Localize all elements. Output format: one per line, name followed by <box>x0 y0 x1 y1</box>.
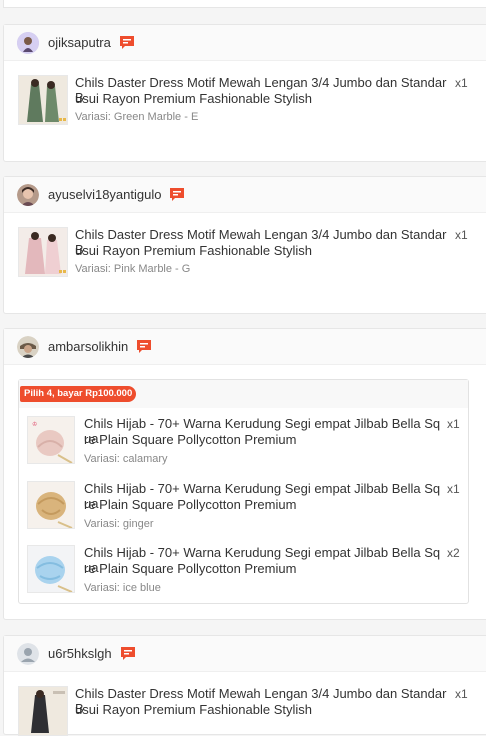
chat-icon[interactable] <box>169 187 185 202</box>
chat-icon[interactable] <box>120 646 136 661</box>
product-thumbnail[interactable] <box>18 686 68 736</box>
bundle-deal-badge: Pilih 4, bayar Rp100.000 <box>20 386 137 402</box>
order-card: u6r5hkslgh Chils Daster Dress Motif Mewa… <box>3 635 486 736</box>
buyer-username[interactable]: ambarsolikhin <box>48 339 128 354</box>
buyer-username[interactable]: ayuselvi18yantigulo <box>48 187 161 202</box>
item-quantity: x1 <box>447 417 460 431</box>
product-thumbnail[interactable]: ♔ <box>27 416 75 464</box>
product-title-line2[interactable]: usui Rayon Premium Fashionable Stylish <box>75 243 455 258</box>
buyer-header: u6r5hkslgh <box>4 636 486 672</box>
product-variation: Variasi: ice blue <box>84 582 161 594</box>
product-variation: Variasi: Green Marble - E <box>75 111 199 123</box>
product-variation: Variasi: Pink Marble - G <box>75 263 191 275</box>
item-quantity: x2 <box>447 546 460 560</box>
buyer-header: ayuselvi18yantigulo <box>4 177 486 213</box>
order-card: ojiksaputra Chils Daster Dress Motif Mew… <box>3 24 486 162</box>
product-thumbnail[interactable] <box>27 481 75 529</box>
product-variation: Variasi: calamary <box>84 453 168 465</box>
product-title-line2[interactable]: re Plain Square Pollycotton Premium <box>84 561 444 576</box>
previous-order-card <box>3 0 486 8</box>
product-thumbnail[interactable] <box>18 227 68 277</box>
buyer-avatar[interactable] <box>17 335 39 358</box>
product-thumbnail[interactable] <box>18 75 68 125</box>
product-title-line2[interactable]: usui Rayon Premium Fashionable Stylish <box>75 702 455 717</box>
svg-text:♔: ♔ <box>32 421 37 428</box>
buyer-avatar[interactable] <box>17 31 39 54</box>
bundle-header: Pilih 4, bayar Rp100.000 <box>19 380 468 408</box>
order-card: ayuselvi18yantigulo Chils Daster Dress M… <box>3 176 486 314</box>
buyer-header: ambarsolikhin <box>4 329 486 365</box>
item-quantity: x1 <box>455 687 468 701</box>
product-variation: Variasi: ginger <box>84 518 154 530</box>
buyer-header: ojiksaputra <box>4 25 486 61</box>
chat-icon[interactable] <box>136 339 152 354</box>
buyer-avatar[interactable] <box>17 183 39 206</box>
buyer-avatar[interactable] <box>17 642 39 665</box>
chat-icon[interactable] <box>119 35 135 50</box>
bundle-deal-group: Pilih 4, bayar Rp100.000 ♔ Chils Hijab -… <box>18 379 469 604</box>
item-quantity: x1 <box>447 482 460 496</box>
product-title-line2[interactable]: re Plain Square Pollycotton Premium <box>84 432 444 447</box>
buyer-username[interactable]: ojiksaputra <box>48 35 111 50</box>
product-title-line2[interactable]: usui Rayon Premium Fashionable Stylish <box>75 91 455 106</box>
product-thumbnail[interactable] <box>27 545 75 593</box>
product-title-line2[interactable]: re Plain Square Pollycotton Premium <box>84 497 444 512</box>
item-quantity: x1 <box>455 228 468 242</box>
order-card: ambarsolikhin Pilih 4, bayar Rp100.000 ♔… <box>3 328 486 620</box>
item-quantity: x1 <box>455 76 468 90</box>
buyer-username[interactable]: u6r5hkslgh <box>48 646 112 661</box>
